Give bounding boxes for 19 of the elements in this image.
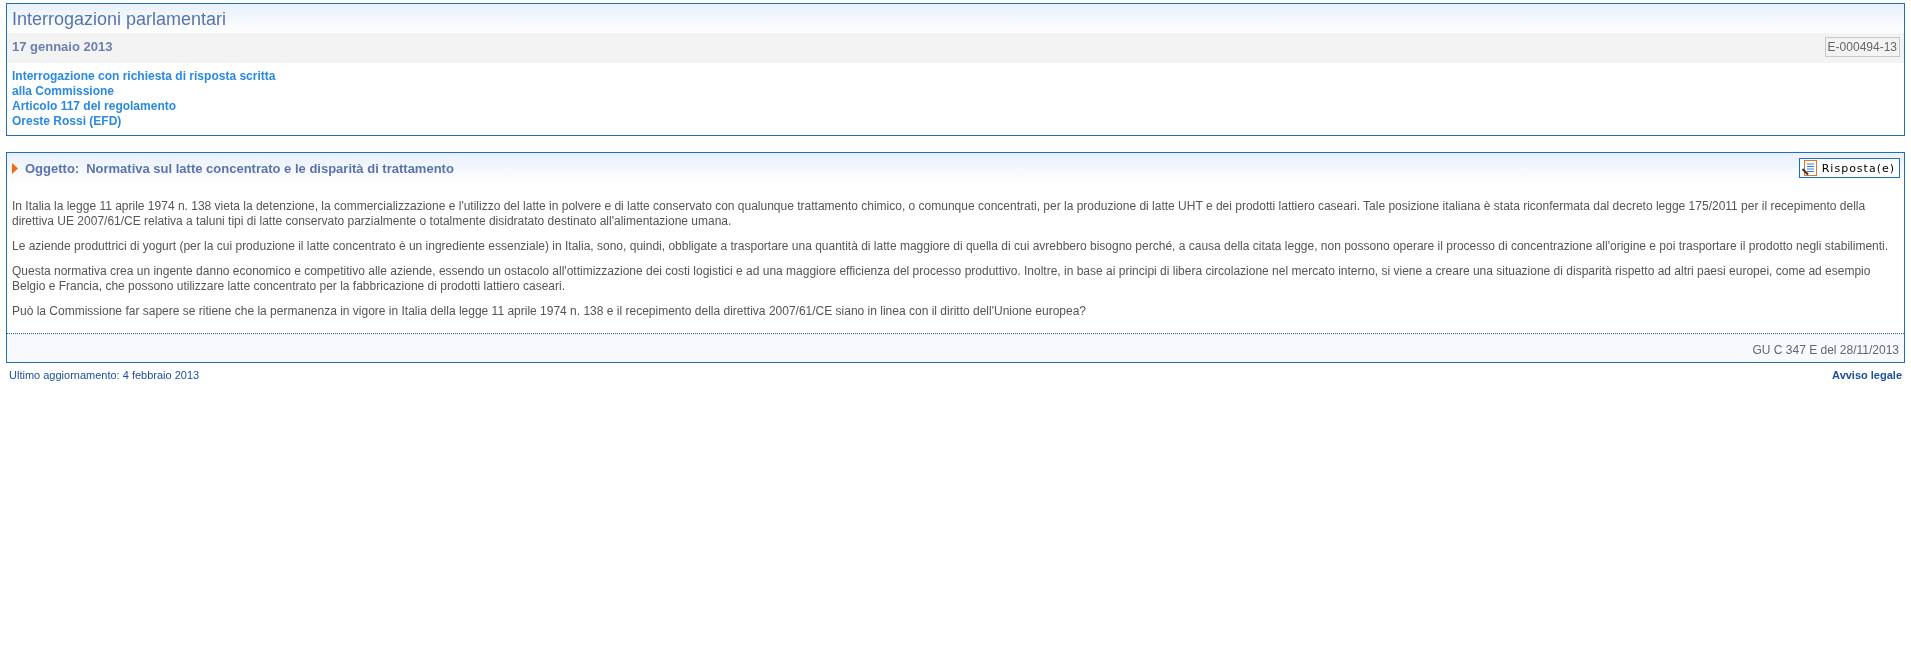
document-icon: [1801, 160, 1818, 176]
answer-button[interactable]: Risposta(e): [1798, 158, 1900, 178]
triangle-icon: [12, 162, 18, 174]
question-paragraph: Può la Commissione far sapere se ritiene che la permanenza in vigore in Italia della legge 11 aprile 1974 n. 138 e il recepimento della direttiva 2007/61/CE siano in linea con il diritto dell'Unione europea?: [12, 304, 1088, 319]
question-date: 17 gennaio 2013: [12, 39, 113, 54]
subject-title: Normativa sul latte concentrato e le disparità di trattamento: [86, 160, 454, 176]
detail-line: Interrogazione con richiesta di risposta scritta: [12, 69, 277, 84]
reference-number: E-000494-13: [1824, 37, 1900, 57]
detail-line: alla Commissione: [12, 84, 116, 99]
question-paragraph: In Italia la legge 11 aprile 1974 n. 138 vieta la detenzione, la commercializzazione e l'utilizzo del latte in polvere e di latte conservato con qualunque trattamento chimico, o comunque concentrati, per la produzione di latte UHT e dei prodotti lattiero caseari. Tale posizione italiana è stata riconfermata dal decreto legge 175/2011 per il recepimento della direttiva UE 2007/61/CE relativa a taluni tipi di latte conservato parzialmente o totalmente disidratato destinato all'alimentazione umana.: [12, 199, 1867, 229]
last-update: Ultimo aggiornamento: 4 febbraio 2013: [9, 369, 200, 381]
subject-label: Oggetto:: [25, 160, 80, 176]
detail-line: Articolo 117 del regolamento: [12, 99, 178, 114]
question-paragraph: Questa normativa crea un ingente danno economico e competitivo alle aziende, essendo un ostacolo all'ottimizzazione dei costi logistici e ad una maggiore efficienza del processo produttivo. Inoltre, in base ai principi di libera circolazione nel mercato interno, si viene a creare una situazione di disparità rispetto ad altri paesi europei, come ad esempio Belgio e Francia, che possono utilizzare latte concentrato per la fabbricazione di prodotti lattiero caseari.: [12, 264, 1872, 294]
page-title: Interrogazioni parlamentari: [12, 8, 228, 30]
detail-line: Oreste Rossi (EFD): [12, 114, 123, 129]
legal-notice-link[interactable]: Avviso legale: [1832, 369, 1902, 381]
question-paragraph: Le aziende produttrici di yogurt (per la cui produzione il latte concentrato è un ingrediente essenziale) in Italia, sono, quindi, obbligate a trasportare una quantità di latte maggiore di quella di cui avrebbero bisogno perché, a causa della citata legge, non possono operare il processo di concentrazione all'origine e poi trasportare il prodotto negli stabilimenti.: [12, 239, 1890, 254]
publication-reference: GU C 347 E del 28/11/2013: [1752, 343, 1899, 357]
